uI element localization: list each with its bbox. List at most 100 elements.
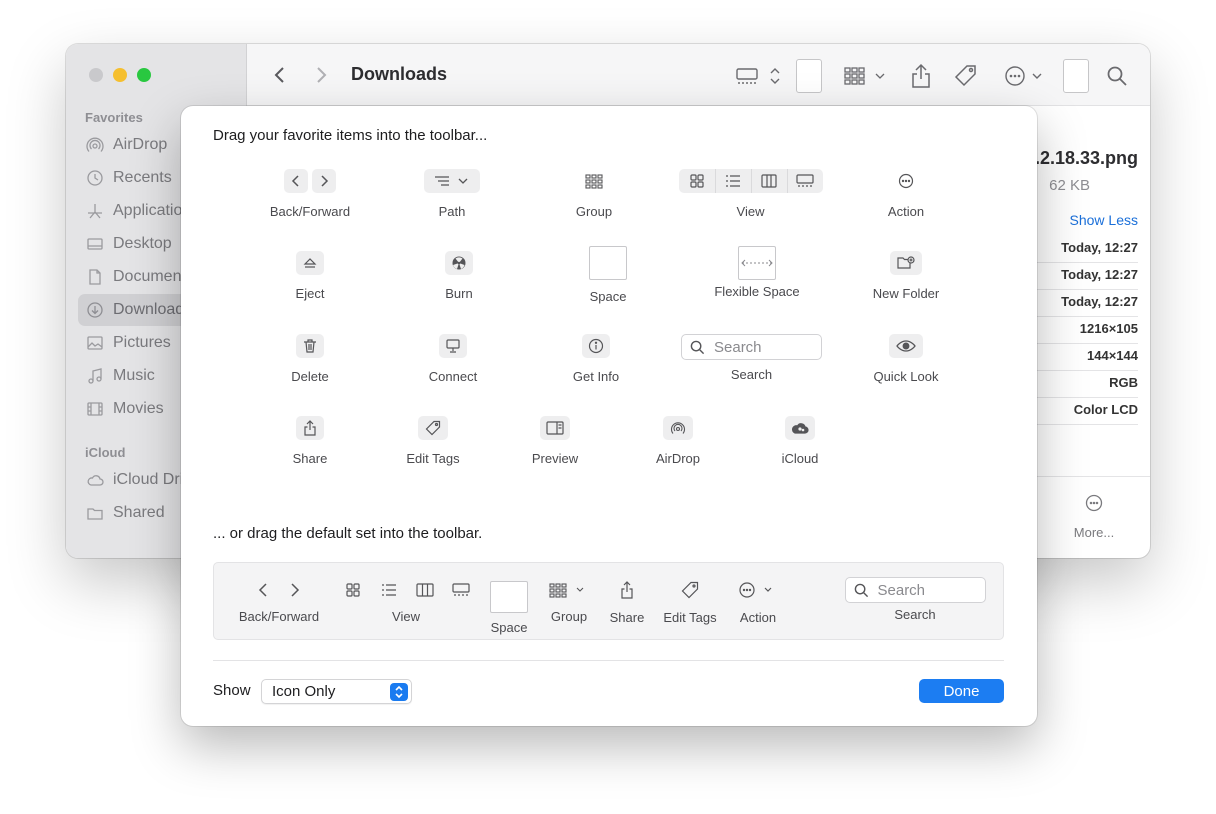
palette-new-folder[interactable]: New Folder — [867, 251, 945, 301]
palette-space[interactable]: Space — [578, 246, 638, 304]
palette-edit-tags[interactable]: Edit Tags — [398, 416, 468, 466]
close-window-button[interactable] — [89, 68, 103, 82]
default-set-heading: ... or drag the default set into the too… — [213, 525, 483, 542]
chevron-up-down-icon — [390, 683, 408, 701]
palette-preview[interactable]: Preview — [525, 416, 585, 466]
palette-label: Group — [575, 204, 613, 219]
eject-icon — [296, 251, 324, 275]
palette-label: Path — [438, 204, 466, 219]
default-label: Search — [894, 607, 936, 622]
photo-icon — [86, 334, 104, 352]
new-folder-icon — [890, 251, 922, 275]
shared-folder-icon — [86, 504, 104, 522]
default-label: Share — [609, 610, 645, 625]
palette-back-forward[interactable]: Back/Forward — [268, 169, 352, 219]
column-view-icon — [750, 169, 787, 193]
palette-group[interactable]: Group — [564, 169, 624, 219]
default-label: Back/Forward — [238, 609, 320, 624]
cloud-icon — [86, 471, 104, 489]
palette-label: Burn — [445, 286, 473, 301]
list-view-icon — [714, 169, 751, 193]
icon-view-icon — [335, 582, 371, 598]
default-back-forward: Back/Forward — [234, 577, 324, 624]
applications-icon — [86, 202, 104, 220]
default-label: Action — [739, 610, 777, 625]
airdrop-icon — [86, 136, 104, 154]
burn-icon — [445, 251, 473, 275]
clock-icon — [86, 169, 104, 187]
back-button[interactable] — [268, 63, 292, 87]
chevron-left-icon — [284, 169, 308, 193]
palette-icloud[interactable]: iCloud — [770, 416, 830, 466]
group-grid-icon — [844, 67, 885, 85]
default-space: Space — [485, 581, 533, 635]
divider — [213, 660, 1004, 661]
forward-button[interactable] — [309, 63, 333, 87]
sheet-heading: Drag your favorite items into the toolba… — [213, 127, 488, 144]
palette-flexible-space[interactable]: Flexible Space — [708, 246, 806, 299]
action-button[interactable] — [1003, 61, 1049, 91]
palette-label: Delete — [291, 369, 329, 384]
share-icon — [912, 63, 930, 88]
more-label: More... — [1073, 525, 1115, 540]
palette-label: Space — [589, 289, 627, 304]
more-button[interactable]: More... — [1069, 494, 1119, 540]
path-icon — [424, 169, 480, 193]
palette-airdrop[interactable]: AirDrop — [648, 416, 708, 466]
eye-icon — [889, 334, 923, 358]
share-icon — [296, 416, 324, 440]
chevron-left-icon — [274, 67, 284, 83]
customize-toolbar-sheet: Drag your favorite items into the toolba… — [181, 106, 1037, 726]
palette-label: Share — [292, 451, 328, 466]
default-label: View — [392, 609, 420, 624]
window-title: Downloads — [351, 64, 448, 84]
palette-delete[interactable]: Delete — [280, 334, 340, 384]
tag-icon — [418, 416, 448, 440]
minimize-window-button[interactable] — [113, 68, 127, 82]
palette-view[interactable]: View — [678, 169, 823, 219]
sidebar-item-label: AirDrop — [113, 136, 168, 153]
palette-get-info[interactable]: Get Info — [566, 334, 626, 384]
palette-label: Quick Look — [873, 369, 939, 384]
palette-eject[interactable]: Eject — [280, 251, 340, 301]
info-icon — [582, 334, 610, 358]
show-mode-select[interactable]: Icon Only — [261, 679, 412, 704]
palette-label: Connect — [428, 369, 478, 384]
default-label: Space — [490, 620, 528, 635]
default-search: Search Search — [844, 577, 986, 622]
share-button[interactable] — [908, 61, 934, 91]
share-icon — [619, 577, 635, 603]
palette-connect[interactable]: Connect — [423, 334, 483, 384]
gallery-view-icon — [786, 169, 823, 193]
palette-burn[interactable]: Burn — [429, 251, 489, 301]
palette-quick-look[interactable]: Quick Look — [868, 334, 944, 384]
sidebar-item-label: Shared — [113, 504, 165, 521]
palette-path[interactable]: Path — [422, 169, 482, 219]
palette-label: View — [736, 204, 765, 219]
group-button[interactable] — [842, 61, 888, 91]
zoom-window-button[interactable] — [137, 68, 151, 82]
search-icon — [690, 340, 705, 354]
film-icon — [86, 400, 104, 418]
palette-share[interactable]: Share — [280, 416, 340, 466]
show-less-link[interactable]: Show Less — [1070, 212, 1138, 228]
search-button[interactable] — [1104, 61, 1130, 91]
palette-label: Eject — [295, 286, 325, 301]
desktop-icon — [86, 235, 104, 253]
toolbar-space — [1063, 59, 1089, 93]
default-toolbar-set[interactable]: Back/Forward View Space Group Share Edit… — [213, 562, 1004, 640]
group-grid-icon — [585, 169, 603, 193]
search-placeholder: Search — [714, 338, 762, 356]
default-view: View — [335, 577, 477, 624]
palette-label: Back/Forward — [269, 204, 351, 219]
document-icon — [86, 268, 104, 286]
palette-action[interactable]: Action — [876, 169, 936, 219]
palette-search[interactable]: Search Search — [681, 334, 822, 382]
edit-tags-button[interactable] — [952, 61, 980, 91]
done-button[interactable]: Done — [919, 679, 1004, 703]
chevron-right-icon — [279, 582, 309, 598]
download-icon — [86, 301, 104, 319]
sidebar-item-label: Desktop — [113, 235, 172, 252]
toolbar-space — [796, 59, 822, 93]
view-mode-button[interactable] — [735, 61, 785, 91]
